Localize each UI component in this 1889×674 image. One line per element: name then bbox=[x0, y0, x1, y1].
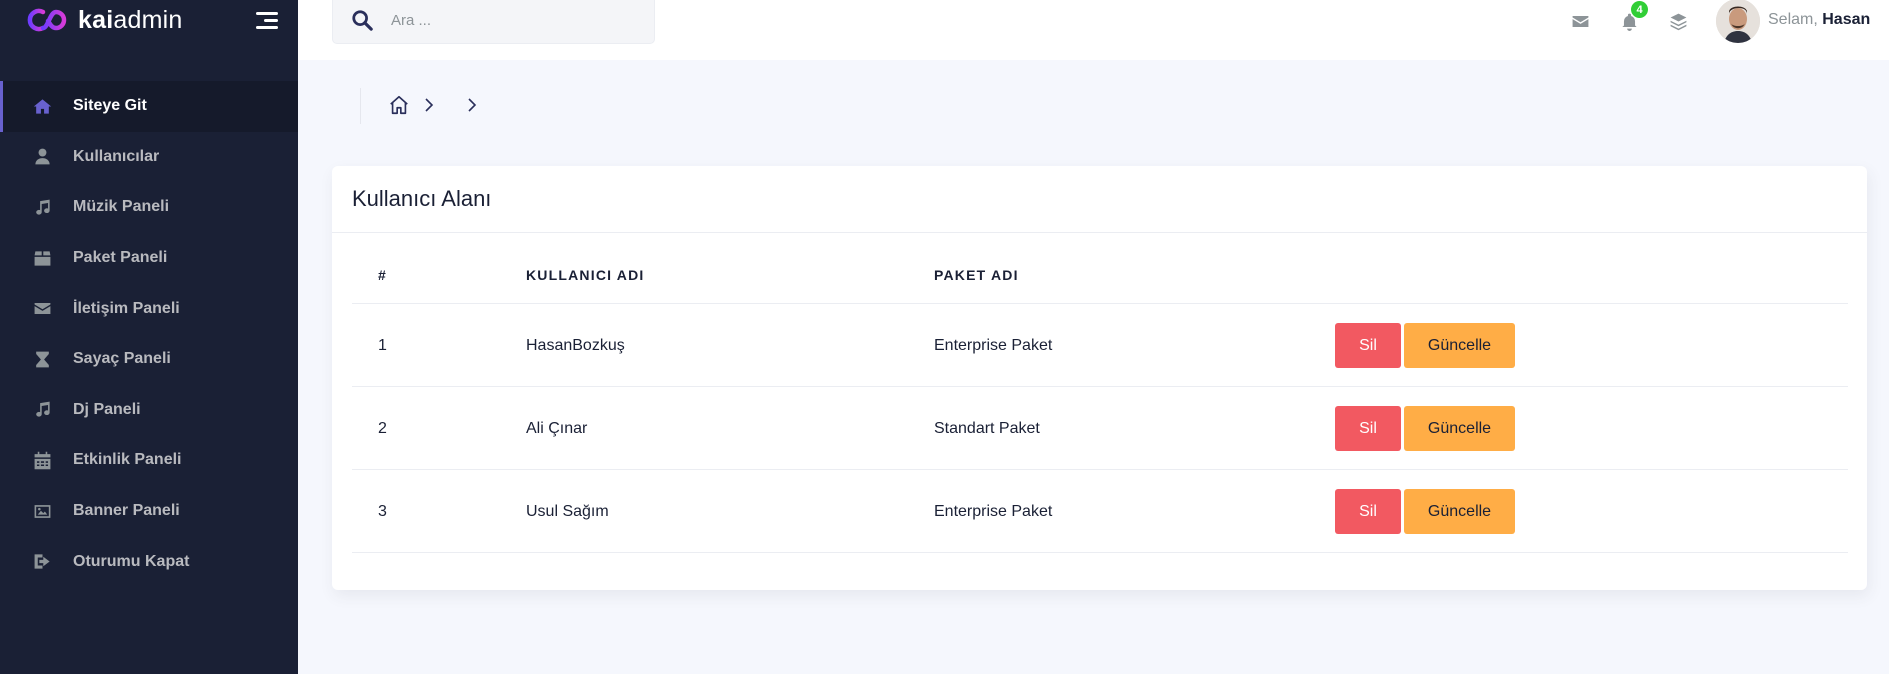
notification-badge: 4 bbox=[1631, 1, 1648, 18]
sidebar-item-oturumu-kapat[interactable]: Oturumu Kapat bbox=[0, 536, 298, 587]
sidebar-item-label: Banner Paneli bbox=[73, 502, 180, 520]
sidebar-item-paket-paneli[interactable]: Paket Paneli bbox=[0, 233, 298, 284]
card-divider bbox=[332, 232, 1867, 233]
sidebar-item-siteye-git[interactable]: Siteye Git bbox=[0, 81, 298, 132]
envelope-icon[interactable] bbox=[1569, 10, 1591, 32]
sidebar-item-kullanicilar[interactable]: Kullanıcılar bbox=[0, 132, 298, 183]
chevron-right-icon bbox=[468, 98, 477, 112]
user-greeting[interactable]: Selam, Hasan bbox=[1768, 11, 1870, 29]
sidebar-item-label: Sayaç Paneli bbox=[73, 350, 171, 368]
sidebar-nav: Siteye Git Kullanıcılar Müzik Paneli Pak… bbox=[0, 81, 298, 587]
delete-button[interactable]: Sil bbox=[1335, 406, 1401, 451]
cell-id: 1 bbox=[378, 336, 387, 354]
hourglass-icon bbox=[32, 349, 52, 369]
cell-username: Usul Sağım bbox=[526, 502, 609, 520]
top-header: 4 Selam, Hasan bbox=[298, 0, 1889, 60]
breadcrumb-divider bbox=[360, 88, 361, 124]
sidebar-item-label: Oturumu Kapat bbox=[73, 552, 190, 570]
update-button[interactable]: Güncelle bbox=[1404, 406, 1515, 451]
page-title: Kullanıcı Alanı bbox=[352, 186, 492, 211]
sidebar-item-banner-paneli[interactable]: Banner Paneli bbox=[0, 486, 298, 537]
logo-icon bbox=[27, 8, 67, 32]
users-card: Kullanıcı Alanı # KULLANICI ADI PAKET AD… bbox=[332, 166, 1867, 590]
calendar-icon bbox=[32, 450, 52, 470]
envelope-icon bbox=[32, 299, 52, 319]
user-icon bbox=[32, 147, 52, 167]
avatar[interactable] bbox=[1716, 0, 1760, 43]
sidebar-item-label: Siteye Git bbox=[73, 97, 147, 115]
cell-id: 3 bbox=[378, 502, 387, 520]
cell-username: HasanBozkuş bbox=[526, 336, 625, 354]
sidebar-item-label: İletişim Paneli bbox=[73, 299, 180, 317]
cell-package: Standart Paket bbox=[934, 419, 1040, 437]
column-header-username: KULLANICI ADI bbox=[526, 266, 645, 283]
home-icon[interactable] bbox=[388, 94, 410, 116]
update-button[interactable]: Güncelle bbox=[1404, 489, 1515, 534]
sidebar-item-etkinlik-paneli[interactable]: Etkinlik Paneli bbox=[0, 435, 298, 486]
sidebar-item-label: Etkinlik Paneli bbox=[73, 451, 182, 469]
search-bar bbox=[332, 0, 655, 44]
sidebar-item-label: Müzik Paneli bbox=[73, 198, 170, 216]
sidebar-item-label: Kullanıcılar bbox=[73, 147, 160, 165]
column-header-package: PAKET ADI bbox=[934, 266, 1019, 283]
sidebar: kaiadmin Siteye Git Kullanıcılar Müzik P… bbox=[0, 0, 298, 674]
search-input[interactable] bbox=[391, 8, 641, 32]
delete-button[interactable]: Sil bbox=[1335, 323, 1401, 368]
user-name: Hasan bbox=[1822, 11, 1871, 28]
music-icon bbox=[32, 197, 52, 217]
sidebar-item-dj-paneli[interactable]: Dj Paneli bbox=[0, 385, 298, 436]
sidebar-item-label: Dj Paneli bbox=[73, 400, 141, 418]
brand-logo[interactable]: kaiadmin bbox=[26, 6, 182, 34]
cell-package: Enterprise Paket bbox=[934, 502, 1053, 520]
row-divider bbox=[352, 552, 1848, 553]
home-icon bbox=[32, 96, 52, 116]
cell-id: 2 bbox=[378, 419, 387, 437]
sidebar-item-muzik-paneli[interactable]: Müzik Paneli bbox=[0, 182, 298, 233]
sign-out-icon bbox=[32, 552, 52, 572]
image-icon bbox=[32, 501, 52, 521]
sidebar-item-iletisim-paneli[interactable]: İletişim Paneli bbox=[0, 283, 298, 334]
menu-toggle-icon[interactable] bbox=[254, 10, 278, 30]
layers-icon[interactable] bbox=[1667, 10, 1689, 32]
delete-button[interactable]: Sil bbox=[1335, 489, 1401, 534]
music-icon bbox=[32, 400, 52, 420]
column-header-id: # bbox=[378, 266, 387, 283]
brand-name: kaiadmin bbox=[78, 5, 183, 34]
cell-package: Enterprise Paket bbox=[934, 336, 1053, 354]
sidebar-item-label: Paket Paneli bbox=[73, 249, 168, 267]
update-button[interactable]: Güncelle bbox=[1404, 323, 1515, 368]
box-icon bbox=[32, 248, 52, 268]
cell-username: Ali Çınar bbox=[526, 419, 588, 437]
chevron-right-icon bbox=[425, 98, 434, 112]
sidebar-item-sayac-paneli[interactable]: Sayaç Paneli bbox=[0, 334, 298, 385]
search-icon[interactable] bbox=[351, 9, 373, 31]
